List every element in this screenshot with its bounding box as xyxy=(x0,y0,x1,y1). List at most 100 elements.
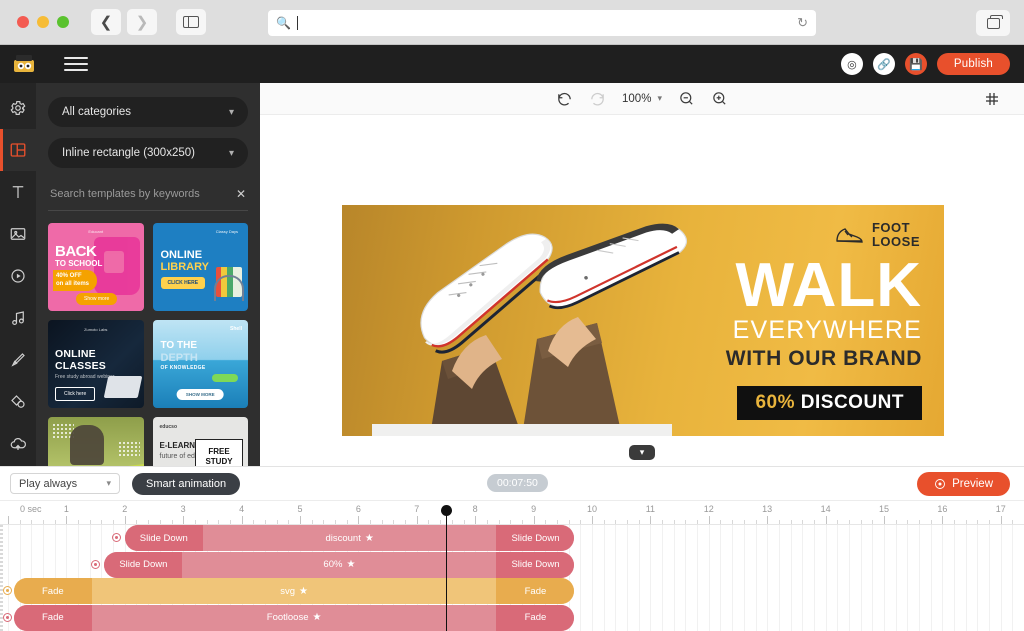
timeline-track-row[interactable]: Fade Footloose ★ Fade xyxy=(0,604,1024,631)
banner-discount-bar[interactable]: 60% DISCOUNT xyxy=(737,386,922,420)
template-card[interactable]: STUDY ONLINE Learn to improve xyxy=(48,417,144,466)
size-dropdown[interactable]: Inline rectangle (300x250) ▾ xyxy=(48,138,248,168)
link-icon[interactable]: 🔗 xyxy=(872,53,895,75)
template-card[interactable]: Classy Days ONLINE LIBRARY CLICK HERE xyxy=(152,223,248,311)
animation-in-segment[interactable]: Fade xyxy=(13,604,92,631)
animation-bar[interactable]: Slide Down discount ★ Slide Down xyxy=(124,525,575,551)
ruler-label: 17 xyxy=(995,504,1006,514)
animation-in-segment[interactable]: Slide Down xyxy=(124,525,203,551)
sidebar-item-settings[interactable] xyxy=(0,87,36,129)
undo-button[interactable] xyxy=(556,90,573,107)
playhead-handle[interactable] xyxy=(441,505,452,516)
banner-headline-block[interactable]: WALK EVERYWHERE WITH OUR BRAND xyxy=(726,254,922,371)
template-card[interactable]: educso E-LEARNING future of education Cl… xyxy=(152,417,248,466)
sidebar-item-text[interactable] xyxy=(0,171,36,213)
star-icon[interactable]: ★ xyxy=(346,559,355,570)
zoom-in-button[interactable] xyxy=(711,90,728,107)
animation-out-segment[interactable]: Fade xyxy=(496,578,575,604)
template-line2: TO SCHOOL xyxy=(55,259,103,268)
chevron-down-icon[interactable]: ▾ xyxy=(657,93,662,104)
redo-icon xyxy=(591,92,604,106)
smart-animation-button[interactable]: Smart animation xyxy=(132,472,241,495)
animation-bar[interactable]: Fade svg ★ Fade xyxy=(13,578,575,604)
animation-bar[interactable]: Fade Footloose ★ Fade xyxy=(13,604,575,631)
ruler-tick xyxy=(440,520,442,524)
tabs-overview-button[interactable] xyxy=(976,10,1010,36)
sidebar-item-audio[interactable] xyxy=(0,297,36,339)
sidebar-item-templates[interactable] xyxy=(0,129,36,171)
timeline-playhead[interactable] xyxy=(441,505,452,631)
animation-bar[interactable]: Slide Down 60% ★ Slide Down xyxy=(104,551,575,578)
publish-button[interactable]: Publish xyxy=(936,53,1010,75)
template-card[interactable]: Shell TO THE DEPTH OF KNOWLEDGE SHOW MOR… xyxy=(152,320,248,408)
star-icon[interactable]: ★ xyxy=(299,586,308,597)
canvas-toolbar: 100% ▾ xyxy=(260,83,1024,115)
ruler-tick xyxy=(66,516,68,524)
ruler-tick xyxy=(183,516,185,524)
animation-in-segment[interactable]: Fade xyxy=(13,578,92,604)
save-disk-icon[interactable]: 💾 xyxy=(904,53,927,75)
maximize-window-button[interactable] xyxy=(57,16,69,28)
template-sub: Free study abroad webinar xyxy=(55,374,115,380)
track-visibility-icon[interactable] xyxy=(111,533,121,542)
canvas-stage[interactable]: FOOT LOOSE WALK EVERYWHERE WITH OUR BRAN… xyxy=(260,115,1024,466)
template-card[interactable]: Educant BACK TO SCHOOL 40% OFF on all ite… xyxy=(48,223,144,311)
sidebar-item-shapes[interactable] xyxy=(0,381,36,423)
forward-button[interactable]: ❯ xyxy=(127,9,157,35)
category-dropdown[interactable]: All categories ▾ xyxy=(48,97,248,127)
banner-artboard[interactable]: FOOT LOOSE WALK EVERYWHERE WITH OUR BRAN… xyxy=(342,205,944,436)
close-window-button[interactable] xyxy=(17,16,29,28)
zoom-level[interactable]: 100% xyxy=(622,93,651,105)
canvas-collapse-button[interactable]: ▾ xyxy=(629,445,655,460)
redo-button[interactable] xyxy=(589,90,606,107)
track-visibility-icon[interactable] xyxy=(3,612,12,622)
star-icon[interactable]: ★ xyxy=(365,533,374,544)
template-line2: DEPTH xyxy=(160,352,198,364)
sidebar-toggle-button[interactable] xyxy=(176,9,206,35)
ruler-tick xyxy=(1012,520,1014,524)
ruler-tick xyxy=(43,520,45,524)
sidebar-item-image[interactable] xyxy=(0,213,36,255)
brand-logo[interactable]: FOOT LOOSE xyxy=(833,221,920,248)
zoom-out-button[interactable] xyxy=(678,90,695,107)
animation-layer-name: Footloose ★ xyxy=(92,605,497,631)
hamburger-menu-icon[interactable] xyxy=(64,57,88,71)
play-mode-select[interactable]: Play always ▾ xyxy=(10,473,120,494)
chevron-down-icon: ▾ xyxy=(228,147,234,159)
star-icon[interactable]: ★ xyxy=(313,612,322,623)
timeline-track-row[interactable]: Slide Down discount ★ Slide Down xyxy=(0,525,1024,551)
sidebar-item-upload[interactable] xyxy=(0,423,36,465)
template-search[interactable]: Search templates by keywords ✕ xyxy=(48,179,248,211)
sidebar-toggle-icon xyxy=(183,16,199,28)
timeline-scroll-indicator[interactable] xyxy=(0,525,3,631)
ruler-label: 2 xyxy=(122,504,128,514)
timeline-track-row[interactable]: Slide Down 60% ★ Slide Down xyxy=(0,551,1024,578)
animation-out-segment[interactable]: Fade xyxy=(496,604,575,631)
animation-out-segment[interactable]: Slide Down xyxy=(496,551,575,578)
preview-button[interactable]: Preview xyxy=(917,472,1010,496)
template-card[interactable]: Zumoto Labs ONLINE CLASSES Free study ab… xyxy=(48,320,144,408)
ruler-tick xyxy=(1000,516,1002,524)
record-circle-icon[interactable]: ◎ xyxy=(840,53,863,75)
layer-label: svg xyxy=(280,585,296,597)
animation-in-segment[interactable]: Slide Down xyxy=(104,551,183,578)
timeline-tracks[interactable]: Slide Down discount ★ Slide Down Slide Down 6… xyxy=(0,525,1024,631)
sidebar-item-brush[interactable] xyxy=(0,339,36,381)
ruler-tick xyxy=(229,520,231,524)
minimize-window-button[interactable] xyxy=(37,16,49,28)
back-button[interactable]: ❮ xyxy=(91,9,121,35)
timeline-track-row[interactable]: Fade svg ★ Fade xyxy=(0,578,1024,604)
address-bar[interactable]: 🔍 ↻ xyxy=(268,10,816,36)
ruler-tick xyxy=(264,520,266,524)
ruler-tick xyxy=(31,520,33,524)
timeline-ruler[interactable]: 0 sec 1 2 3 4 5 6 7 8 9 10 11 12 13 14 15 16 17 xyxy=(0,501,1024,525)
sidebar-item-video[interactable] xyxy=(0,255,36,297)
track-visibility-icon[interactable] xyxy=(91,559,101,569)
grid-toggle-button[interactable] xyxy=(984,91,1000,111)
reload-icon[interactable]: ↻ xyxy=(797,15,808,31)
animation-out-segment[interactable]: Slide Down xyxy=(496,525,575,551)
track-visibility-icon[interactable] xyxy=(3,586,12,595)
close-icon[interactable]: ✕ xyxy=(236,187,246,201)
header-actions: ◎ 🔗 💾 Publish xyxy=(840,53,1010,75)
app-logo[interactable] xyxy=(6,55,42,73)
